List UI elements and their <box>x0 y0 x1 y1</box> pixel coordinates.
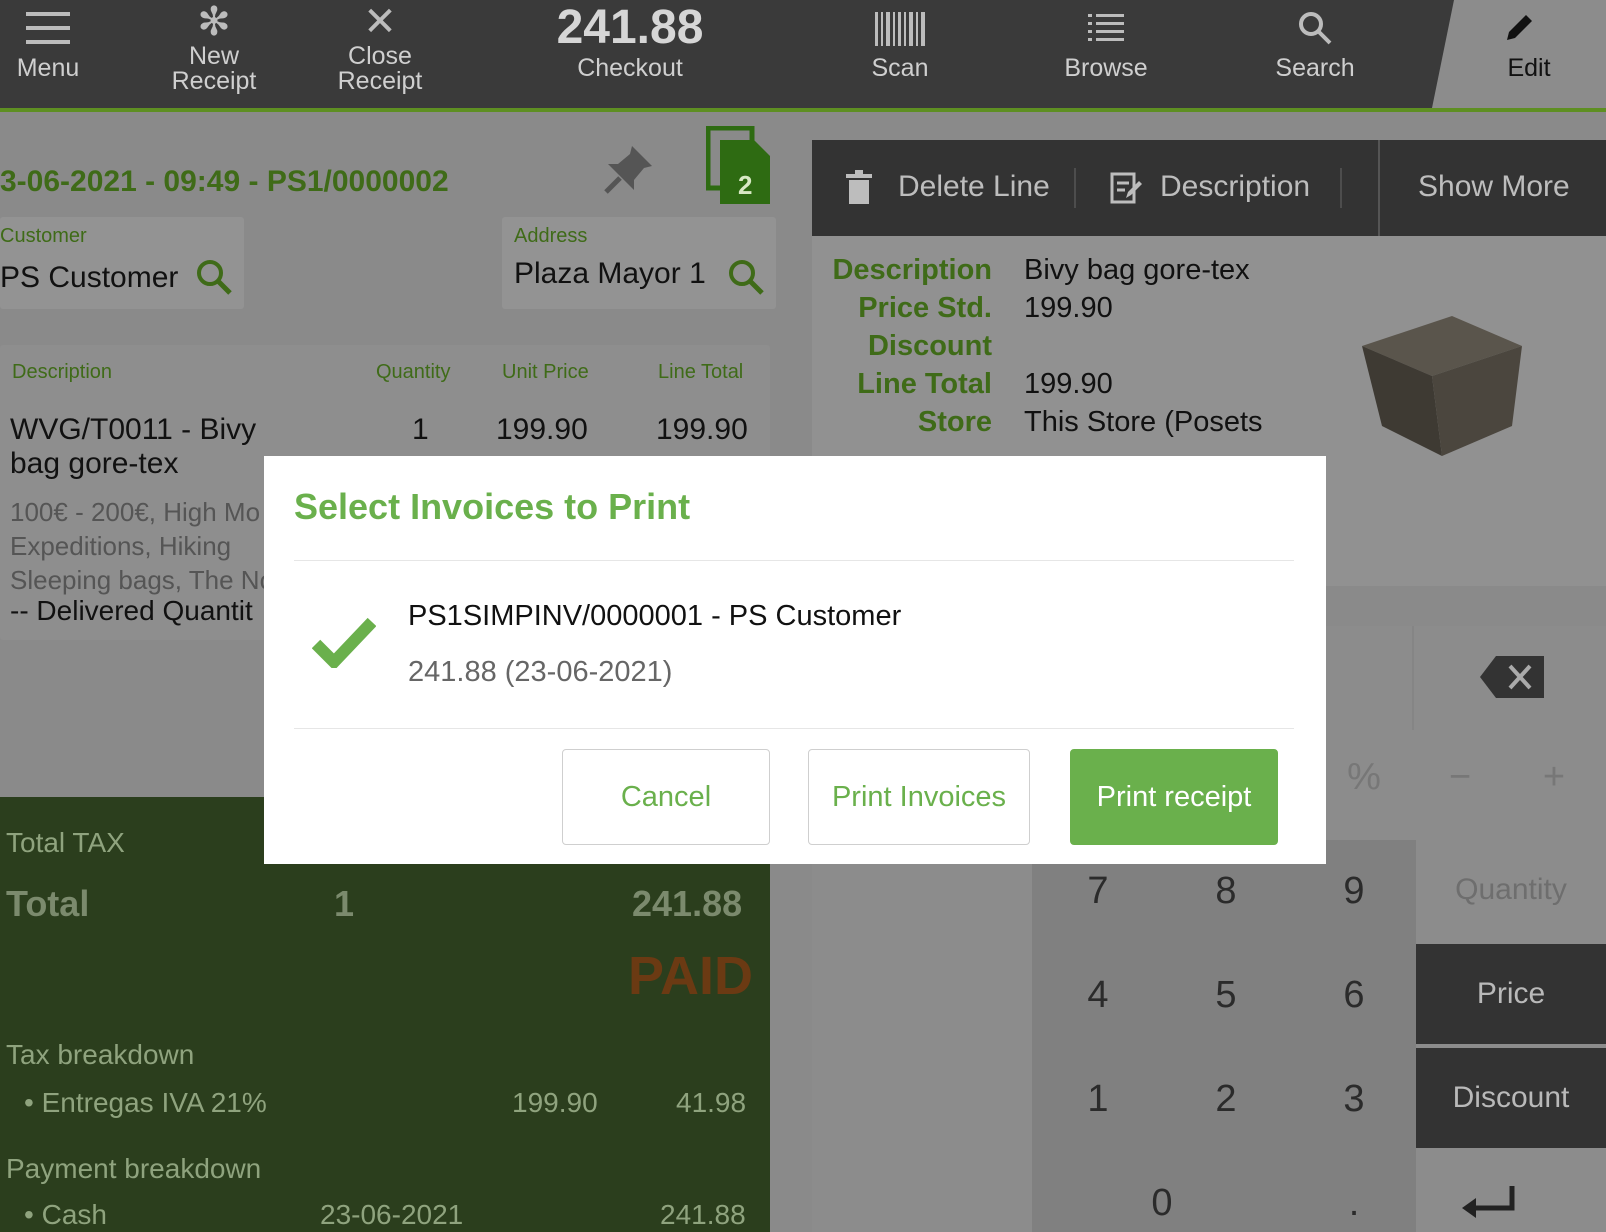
divider <box>294 560 1294 561</box>
invoice-title: PS1SIMPINV/0000001 - PS Customer <box>408 600 902 632</box>
dialog-title: Select Invoices to Print <box>294 486 691 527</box>
print-receipt-button[interactable]: Print receipt <box>1070 749 1278 845</box>
select-invoices-dialog: Select Invoices to Print PS1SIMPINV/0000… <box>264 456 1326 864</box>
invoice-subtitle: 241.88 (23-06-2021) <box>408 656 673 688</box>
print-invoices-button[interactable]: Print Invoices <box>808 749 1030 845</box>
divider <box>294 728 1294 729</box>
checkmark-icon[interactable] <box>311 616 377 671</box>
cancel-button[interactable]: Cancel <box>562 749 770 845</box>
